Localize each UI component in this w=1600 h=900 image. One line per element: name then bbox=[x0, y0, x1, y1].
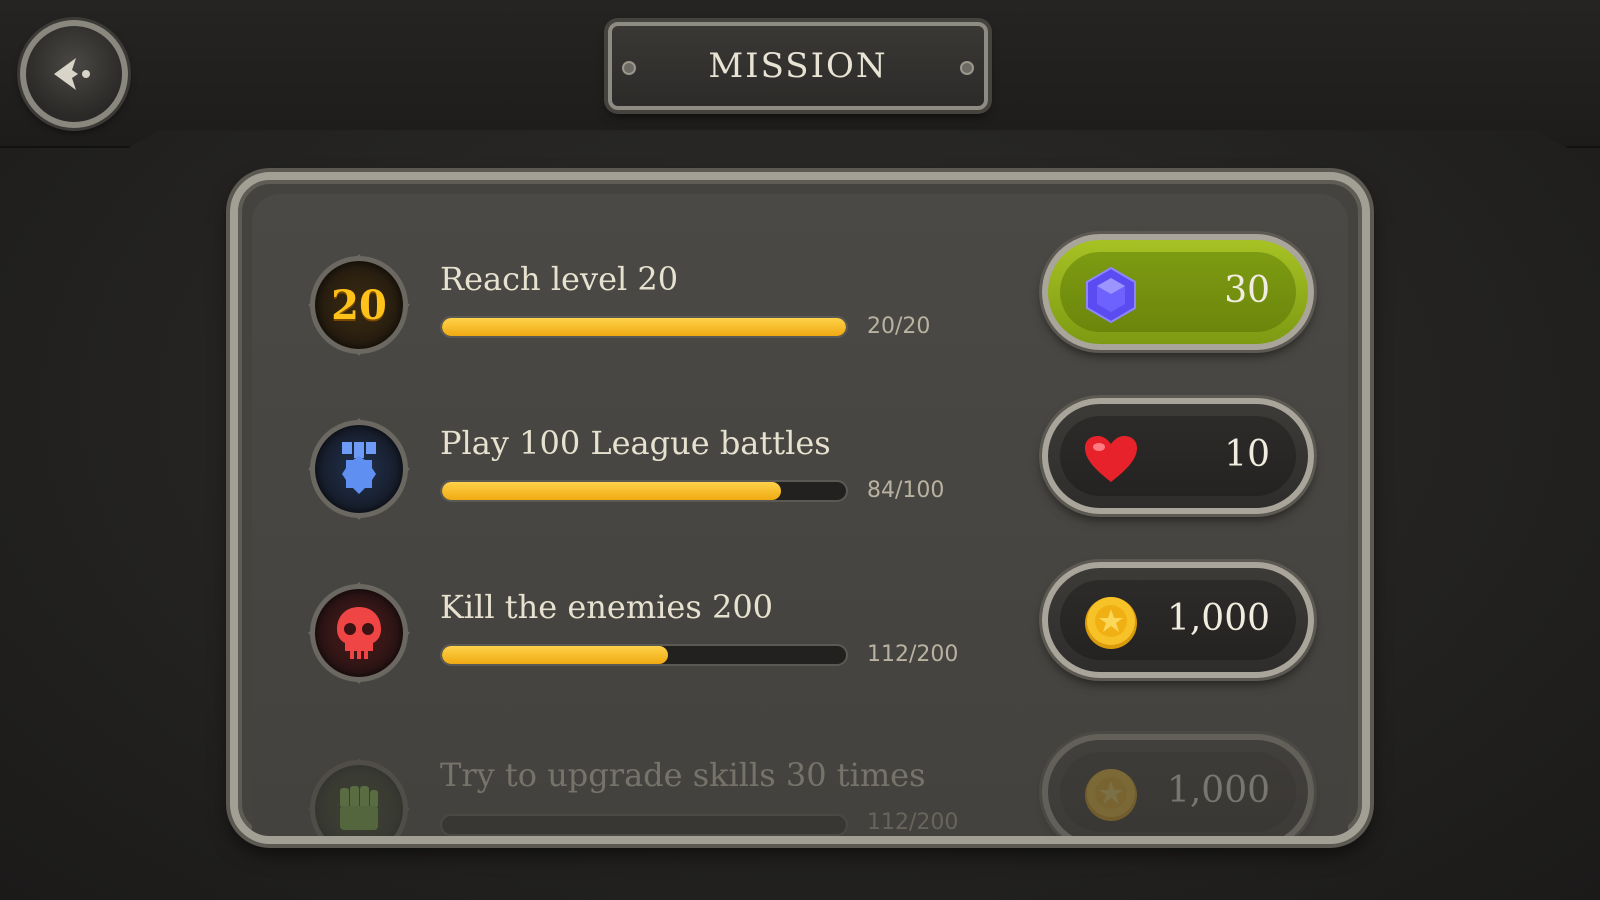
fist-icon bbox=[310, 760, 408, 836]
reward-button[interactable]: 10 bbox=[1042, 398, 1314, 514]
mission-title: Kill the enemies 200 bbox=[440, 588, 774, 626]
plate-stud bbox=[960, 61, 974, 75]
reward-amount: 30 bbox=[1224, 270, 1270, 311]
plate-stud bbox=[622, 61, 636, 75]
medal-icon bbox=[310, 420, 408, 518]
back-arrow-icon bbox=[54, 58, 90, 90]
progress-bar bbox=[440, 316, 848, 338]
gem-icon bbox=[1082, 266, 1140, 324]
badge-level-number: 20 bbox=[331, 281, 387, 329]
mission-title: Try to upgrade skills 30 times bbox=[440, 756, 926, 794]
reward-button[interactable]: 1,000 bbox=[1042, 734, 1314, 836]
progress-fill bbox=[442, 318, 846, 336]
mission-list[interactable]: 20 Reach level 20 20/20 30 Play 100 Leag… bbox=[252, 194, 1348, 836]
skull-icon bbox=[310, 584, 408, 682]
mission-row: Play 100 League battles 84/100 10 bbox=[252, 388, 1352, 538]
progress-text: 112/200 bbox=[867, 810, 959, 835]
page-title: MISSION bbox=[708, 46, 888, 86]
progress-text: 20/20 bbox=[867, 314, 931, 339]
reward-amount: 10 bbox=[1224, 434, 1270, 475]
mission-row: Kill the enemies 200 112/200 1,000 bbox=[252, 552, 1352, 702]
mission-panel: 20 Reach level 20 20/20 30 Play 100 Leag… bbox=[230, 172, 1370, 844]
coin-icon bbox=[1082, 594, 1140, 652]
reward-amount: 1,000 bbox=[1166, 598, 1270, 639]
reward-button[interactable]: 1,000 bbox=[1042, 562, 1314, 678]
progress-bar bbox=[440, 814, 848, 836]
back-button[interactable] bbox=[20, 20, 128, 128]
reward-amount: 1,000 bbox=[1166, 770, 1270, 811]
mission-badge bbox=[298, 408, 420, 530]
mission-badge: 20 bbox=[298, 244, 420, 366]
progress-bar bbox=[440, 644, 848, 666]
claim-reward-button[interactable]: 30 bbox=[1042, 234, 1314, 350]
coin-icon bbox=[1082, 766, 1140, 824]
mission-badge bbox=[298, 572, 420, 694]
mission-badge bbox=[298, 748, 420, 836]
mission-row: 20 Reach level 20 20/20 30 bbox=[252, 224, 1352, 374]
progress-fill bbox=[442, 646, 669, 664]
progress-text: 112/200 bbox=[867, 642, 959, 667]
progress-fill bbox=[442, 482, 782, 500]
mission-title: Play 100 League battles bbox=[440, 424, 831, 462]
level-badge-icon: 20 bbox=[310, 256, 408, 354]
progress-bar bbox=[440, 480, 848, 502]
title-plate: MISSION bbox=[608, 22, 988, 110]
mission-row: Try to upgrade skills 30 times 112/200 1… bbox=[252, 728, 1352, 836]
heart-icon bbox=[1082, 430, 1140, 488]
progress-text: 84/100 bbox=[867, 478, 945, 503]
mission-title: Reach level 20 bbox=[440, 260, 679, 298]
